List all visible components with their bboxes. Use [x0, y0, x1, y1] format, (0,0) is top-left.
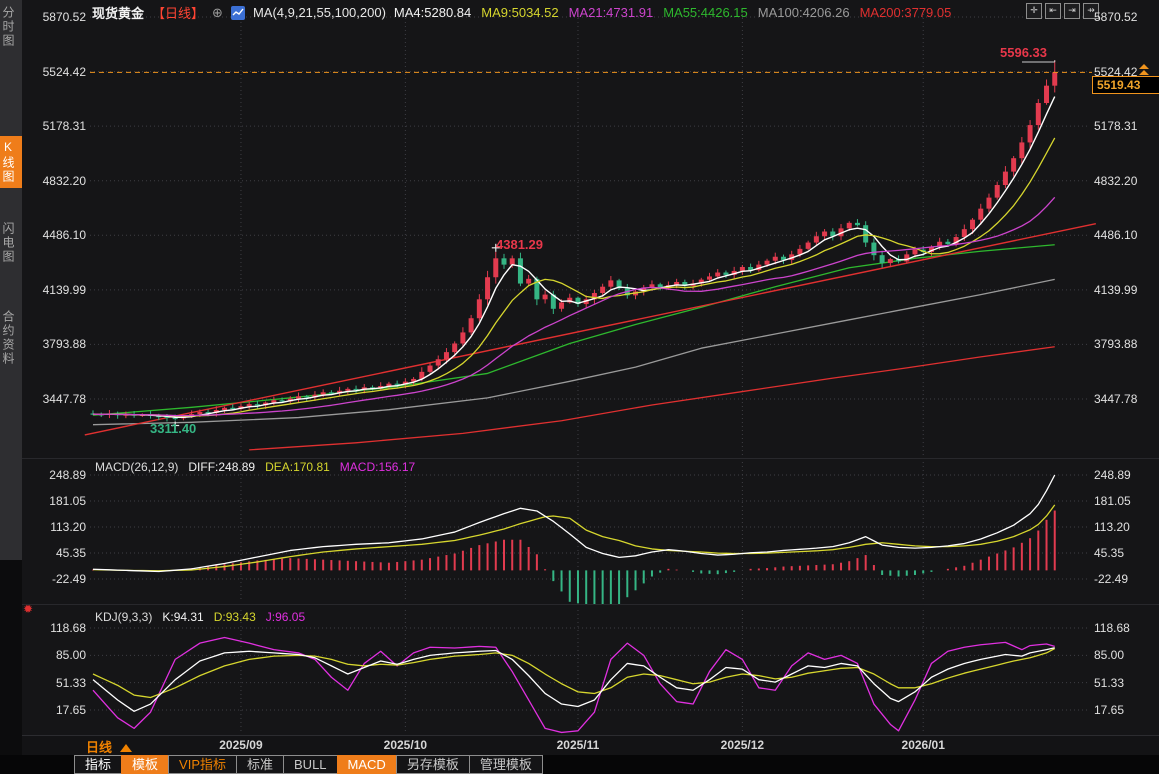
ma-value: MA100:4206.26	[758, 5, 850, 20]
axis-label: 51.33	[1094, 676, 1124, 690]
kdj-k-value: K:94.31	[162, 610, 203, 624]
tab-标准[interactable]: 标准	[236, 755, 284, 774]
x-axis-date-label: 2025/09	[219, 738, 262, 752]
macd-diff-value: DIFF:248.89	[188, 460, 255, 474]
axis-fit-left-icon[interactable]: ⇤	[1045, 3, 1061, 19]
axis-fit-bottom-icon[interactable]: ⇥	[1064, 3, 1080, 19]
tab-BULL[interactable]: BULL	[283, 755, 338, 774]
axis-label: 118.68	[1094, 621, 1130, 635]
axis-label: -22.49	[30, 572, 86, 586]
axis-label: 45.35	[30, 546, 86, 560]
ma-value: MA200:3779.05	[860, 5, 952, 20]
axis-label: 3793.88	[1094, 337, 1137, 351]
sidebar-background	[0, 0, 22, 560]
ma-value: MA55:4426.15	[663, 5, 748, 20]
axis-label: 4832.20	[30, 174, 86, 188]
axis-label: 4139.99	[1094, 283, 1137, 297]
indicator-tab-bar: 指标模板VIP指标标准BULLMACD另存模板管理模板	[75, 755, 543, 774]
macd-title: MACD(26,12,9)	[95, 460, 178, 474]
axis-label: 4832.20	[1094, 174, 1137, 188]
annotation-low: 3311.40	[150, 421, 196, 436]
kdj-d-value: D:93.43	[214, 610, 256, 624]
kdj-header: KDJ(9,3,3) K:94.31 D:93.43 J:96.05	[95, 610, 305, 624]
tab-管理模板[interactable]: 管理模板	[469, 755, 543, 774]
kdj-j-value: J:96.05	[266, 610, 305, 624]
axis-label: 5178.31	[1094, 119, 1137, 133]
x-axis-date-label: 2025/11	[557, 738, 600, 752]
axis-label: 5524.42	[1094, 65, 1137, 79]
period-selector-label: 日线	[86, 740, 112, 755]
axis-label: 3447.78	[1094, 392, 1137, 406]
axis-label: 5178.31	[30, 119, 86, 133]
axis-label: 181.05	[1094, 494, 1131, 508]
x-axis-date-label: 2025/12	[721, 738, 764, 752]
annotation-october-peak: 4381.29	[496, 237, 543, 252]
triangle-up-icon	[120, 744, 132, 752]
axis-label: 248.89	[30, 468, 86, 482]
current-price-tag: 5519.43	[1092, 76, 1159, 94]
x-axis-date-label: 2025/10	[384, 738, 427, 752]
sidebar-item-4[interactable]: 合约资料	[0, 310, 22, 366]
axis-label: -22.49	[1094, 572, 1128, 586]
macd-dea-value: DEA:170.81	[265, 460, 330, 474]
price-up-arrows-icon	[1137, 64, 1151, 77]
tab-MACD[interactable]: MACD	[337, 755, 397, 774]
chart-toolbar: ✛⇤⇥⇸	[1026, 3, 1099, 19]
panel-divider	[22, 458, 1159, 459]
x-axis-date-label: 2026/01	[902, 738, 945, 752]
period-selector[interactable]: 日线	[86, 737, 132, 756]
trading-app: 分时图 K线图闪电图合约资料 现货黄金 【日线】 ⊕ MA(4,9,21,55,1…	[0, 0, 1159, 774]
axis-label: 17.65	[1094, 703, 1124, 717]
ma-values: MA4:5280.84 MA9:5034.52 MA21:4731.91 MA55:4…	[394, 5, 951, 20]
tab-模板[interactable]: 模板	[121, 755, 169, 774]
symbol-name: 现货黄金	[92, 3, 144, 22]
axis-label: 248.89	[1094, 468, 1131, 482]
period-tag: 【日线】	[152, 3, 204, 22]
axis-label: 3793.88	[30, 337, 86, 351]
axis-label: 118.68	[30, 621, 86, 635]
left-sidebar: 分时图 K线图闪电图合约资料	[0, 0, 22, 774]
tab-另存模板[interactable]: 另存模板	[396, 755, 470, 774]
mini-chart-icon	[231, 6, 245, 20]
compare-add-icon[interactable]: ⊕	[212, 5, 223, 21]
axis-label: 4139.99	[30, 283, 86, 297]
chart-header: 现货黄金 【日线】 ⊕ MA(4,9,21,55,100,200) MA4:52…	[92, 3, 951, 22]
axis-label: 113.20	[30, 520, 86, 534]
macd-value: MACD:156.17	[340, 460, 415, 474]
move-tool-icon[interactable]: ✛	[1026, 3, 1042, 19]
panel-divider	[22, 604, 1159, 605]
sidebar-item-2[interactable]: K线图	[0, 136, 22, 188]
sidebar-item-3[interactable]: 闪电图	[0, 222, 22, 264]
axis-label: 3447.78	[30, 392, 86, 406]
ma-value: MA21:4731.91	[569, 5, 654, 20]
ma-value: MA4:5280.84	[394, 5, 471, 20]
axis-label: 5870.52	[30, 10, 86, 24]
ma-value: MA9:5034.52	[481, 5, 558, 20]
kdj-title: KDJ(9,3,3)	[95, 610, 152, 624]
axis-label: 17.65	[30, 703, 86, 717]
axis-label: 113.20	[1094, 520, 1130, 534]
annotation-session-high: 5596.33	[1000, 45, 1047, 60]
axis-label: 45.35	[1094, 546, 1124, 560]
macd-header: MACD(26,12,9) DIFF:248.89 DEA:170.81 MAC…	[95, 460, 415, 474]
ma-settings-label: MA(4,9,21,55,100,200)	[253, 5, 386, 20]
axis-label: 5870.52	[1094, 10, 1137, 24]
axis-label: 181.05	[30, 494, 86, 508]
sidebar-item-1[interactable]: 分时图	[0, 6, 22, 48]
axis-label: 85.00	[30, 648, 86, 662]
axis-label: 85.00	[1094, 648, 1124, 662]
chart-canvas[interactable]	[0, 0, 1159, 774]
axis-label: 5524.42	[30, 65, 86, 79]
tab-VIP指标[interactable]: VIP指标	[168, 755, 237, 774]
axis-label: 4486.10	[30, 228, 86, 242]
axis-label: 51.33	[30, 676, 86, 690]
axis-label: 4486.10	[1094, 228, 1137, 242]
tab-指标[interactable]: 指标	[74, 755, 122, 774]
